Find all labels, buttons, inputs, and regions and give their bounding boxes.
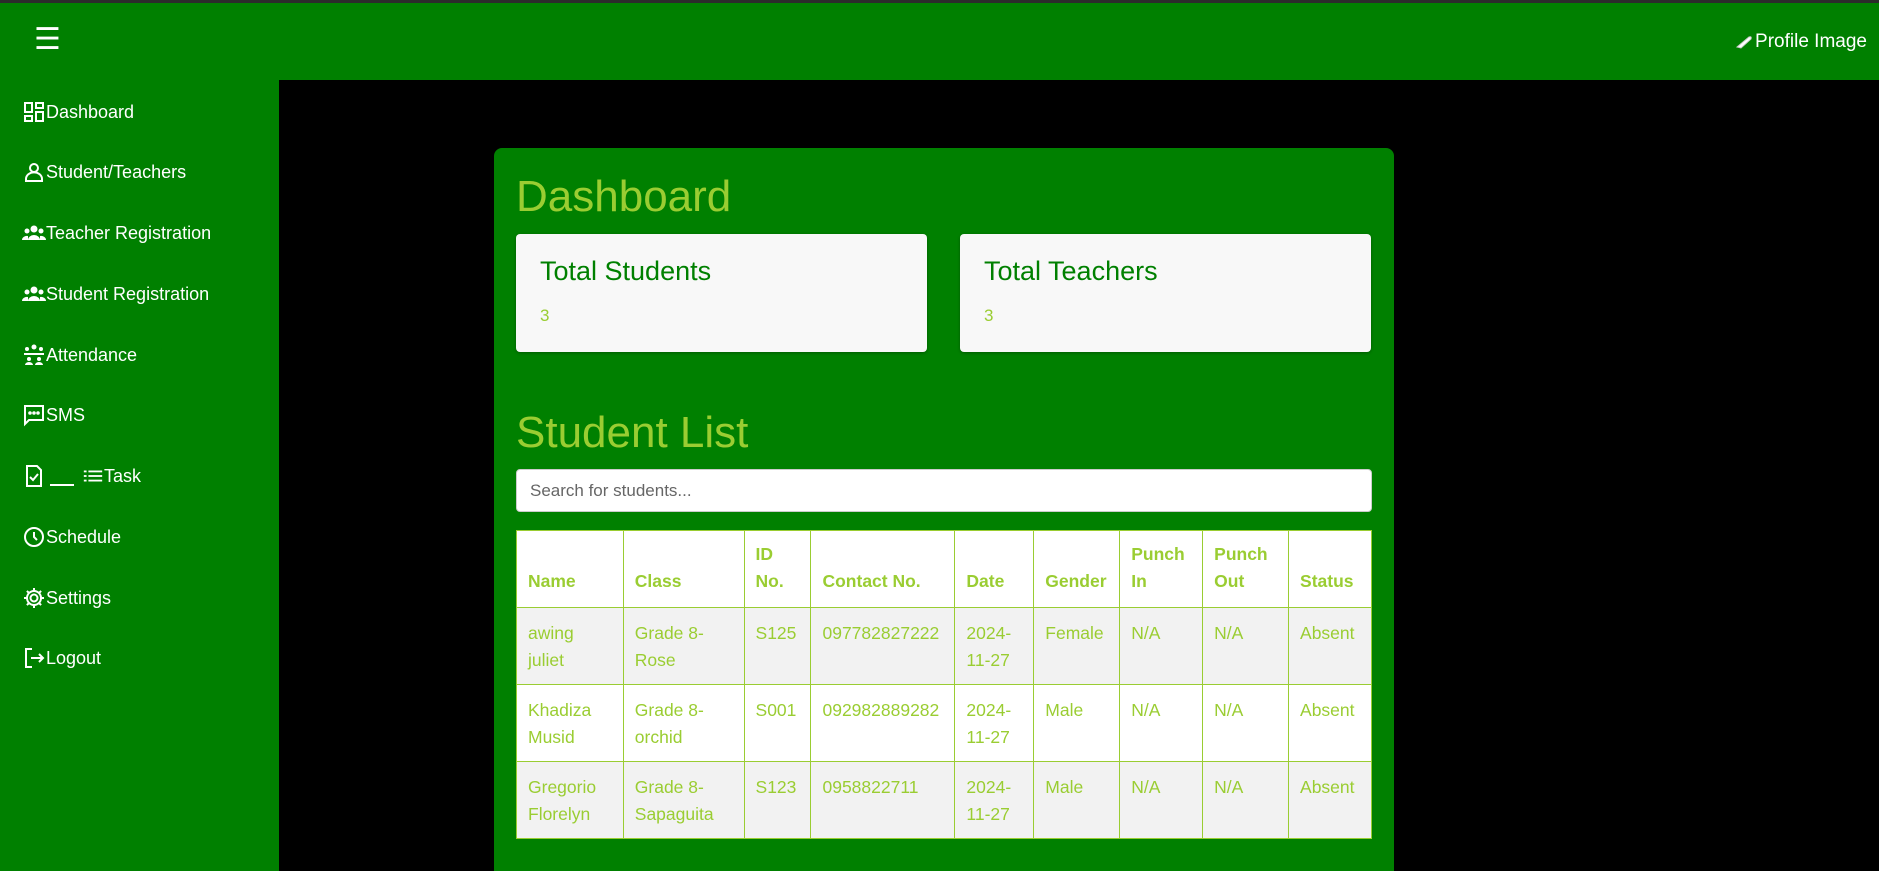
cell-contact: 0958822711 [810,761,956,839]
cell-punch-in: N/A [1119,761,1204,839]
person-icon [22,160,46,184]
column-header: Punch In [1119,530,1204,608]
cell-contact: 092982889282 [810,684,956,762]
sidebar-item-label: Settings [46,587,112,608]
cell-name: Gregorio Florelyn [516,761,624,839]
profile-image[interactable]: Profile Image [1735,31,1867,53]
table-row[interactable]: Gregorio Florelyn Grade 8-Sapaguita S123… [516,761,1372,839]
sidebar-item-dashboard[interactable]: Dashboard [22,97,134,127]
cell-id: S125 [743,607,812,685]
sidebar-item-student-teachers[interactable]: Student/Teachers [22,157,186,187]
cell-class: Grade 8-Rose [622,607,745,685]
stat-label: Total Students [540,256,712,286]
cell-punch-in: N/A [1119,607,1204,685]
student-list-title: Student List [516,408,749,457]
sidebar-item-label: SMS [46,404,86,425]
cell-status: Absent [1288,684,1372,762]
sidebar-item-label: Student/Teachers [46,161,187,182]
sidebar-item-label: Attendance [46,344,138,365]
top-bar: ☰ Profile Image [0,0,1879,80]
column-header: Class [622,530,745,608]
cell-punch-in: N/A [1119,684,1204,762]
cell-punch-out: N/A [1202,684,1290,762]
dashboard-title: Dashboard [516,172,732,221]
cell-status: Absent [1288,607,1372,685]
cell-date: 2024-11-27 [954,607,1035,685]
cell-date: 2024-11-27 [954,684,1035,762]
stat-value: 3 [540,306,550,325]
total-teachers-card: Total Teachers 3 [960,234,1371,352]
cell-gender: Male [1033,761,1121,839]
cell-status: Absent [1288,761,1372,839]
cell-class: Grade 8-orchid [622,684,745,762]
column-header: Contact No. [810,530,956,608]
sidebar-item-schedule[interactable]: Schedule [22,522,121,552]
cell-punch-out: N/A [1202,607,1290,685]
student-search-input[interactable] [516,469,1372,512]
cell-id: S123 [743,761,812,839]
sidebar-item-student-registration[interactable]: Student Registration [22,279,209,309]
sidebar-item-logout[interactable]: Logout [22,643,101,673]
cell-gender: Female [1033,607,1121,685]
table-header-row: Name Class ID No. Contact No. Date Gende… [516,530,1372,608]
total-students-card: Total Students 3 [516,234,927,352]
column-header: Punch Out [1202,530,1290,608]
clock-icon [22,525,46,549]
student-table: Name Class ID No. Contact No. Date Gende… [516,530,1372,839]
cell-date: 2024-11-27 [954,761,1035,839]
column-header: Status [1288,530,1372,608]
stat-value: 3 [984,306,994,325]
column-header: Name [516,530,624,608]
menu-toggle-icon[interactable]: ☰ [34,25,61,55]
task-underline [50,466,82,486]
sidebar-item-sms[interactable]: SMS [22,400,85,430]
message-icon [22,403,46,427]
dashboard-card: Dashboard Total Students 3 Total Teacher… [494,148,1394,871]
sidebar: Dashboard Student/Teachers Teacher Regis… [0,80,279,871]
attendance-icon [22,343,46,367]
profile-image-alt-text: Profile Image [1755,31,1867,52]
group-icon [22,221,46,245]
gear-icon [22,586,46,610]
column-header: Date [954,530,1035,608]
sidebar-item-label: Schedule [46,526,122,547]
sidebar-item-label: Student Registration [46,283,210,304]
group-icon [22,282,46,306]
dashboard-icon [22,100,46,124]
list-icon [82,464,104,488]
cell-contact: 097782827222 [810,607,956,685]
column-header: Gender [1033,530,1121,608]
sidebar-item-label: Dashboard [46,101,135,122]
sidebar-item-label: Task [104,465,142,486]
cell-name: awing juliet [516,607,624,685]
table-row[interactable]: Khadiza Musid Grade 8-orchid S001 092982… [516,684,1372,762]
cell-gender: Male [1033,684,1121,762]
broken-image-icon [1735,36,1752,49]
sidebar-item-label: Logout [46,647,102,668]
sidebar-item-attendance[interactable]: Attendance [22,340,137,370]
cell-class: Grade 8-Sapaguita [622,761,745,839]
logout-icon [22,646,46,670]
task-file-icon [22,464,46,488]
cell-name: Khadiza Musid [516,684,624,762]
sidebar-item-teacher-registration[interactable]: Teacher Registration [22,218,211,248]
table-row[interactable]: awing juliet Grade 8-Rose S125 097782827… [516,607,1372,685]
sidebar-item-settings[interactable]: Settings [22,583,111,613]
column-header: ID No. [743,530,812,608]
sidebar-item-task[interactable]: Task [22,461,141,491]
stat-label: Total Teachers [984,256,1158,286]
cell-punch-out: N/A [1202,761,1290,839]
sidebar-item-label: Teacher Registration [46,222,212,243]
cell-id: S001 [743,684,812,762]
